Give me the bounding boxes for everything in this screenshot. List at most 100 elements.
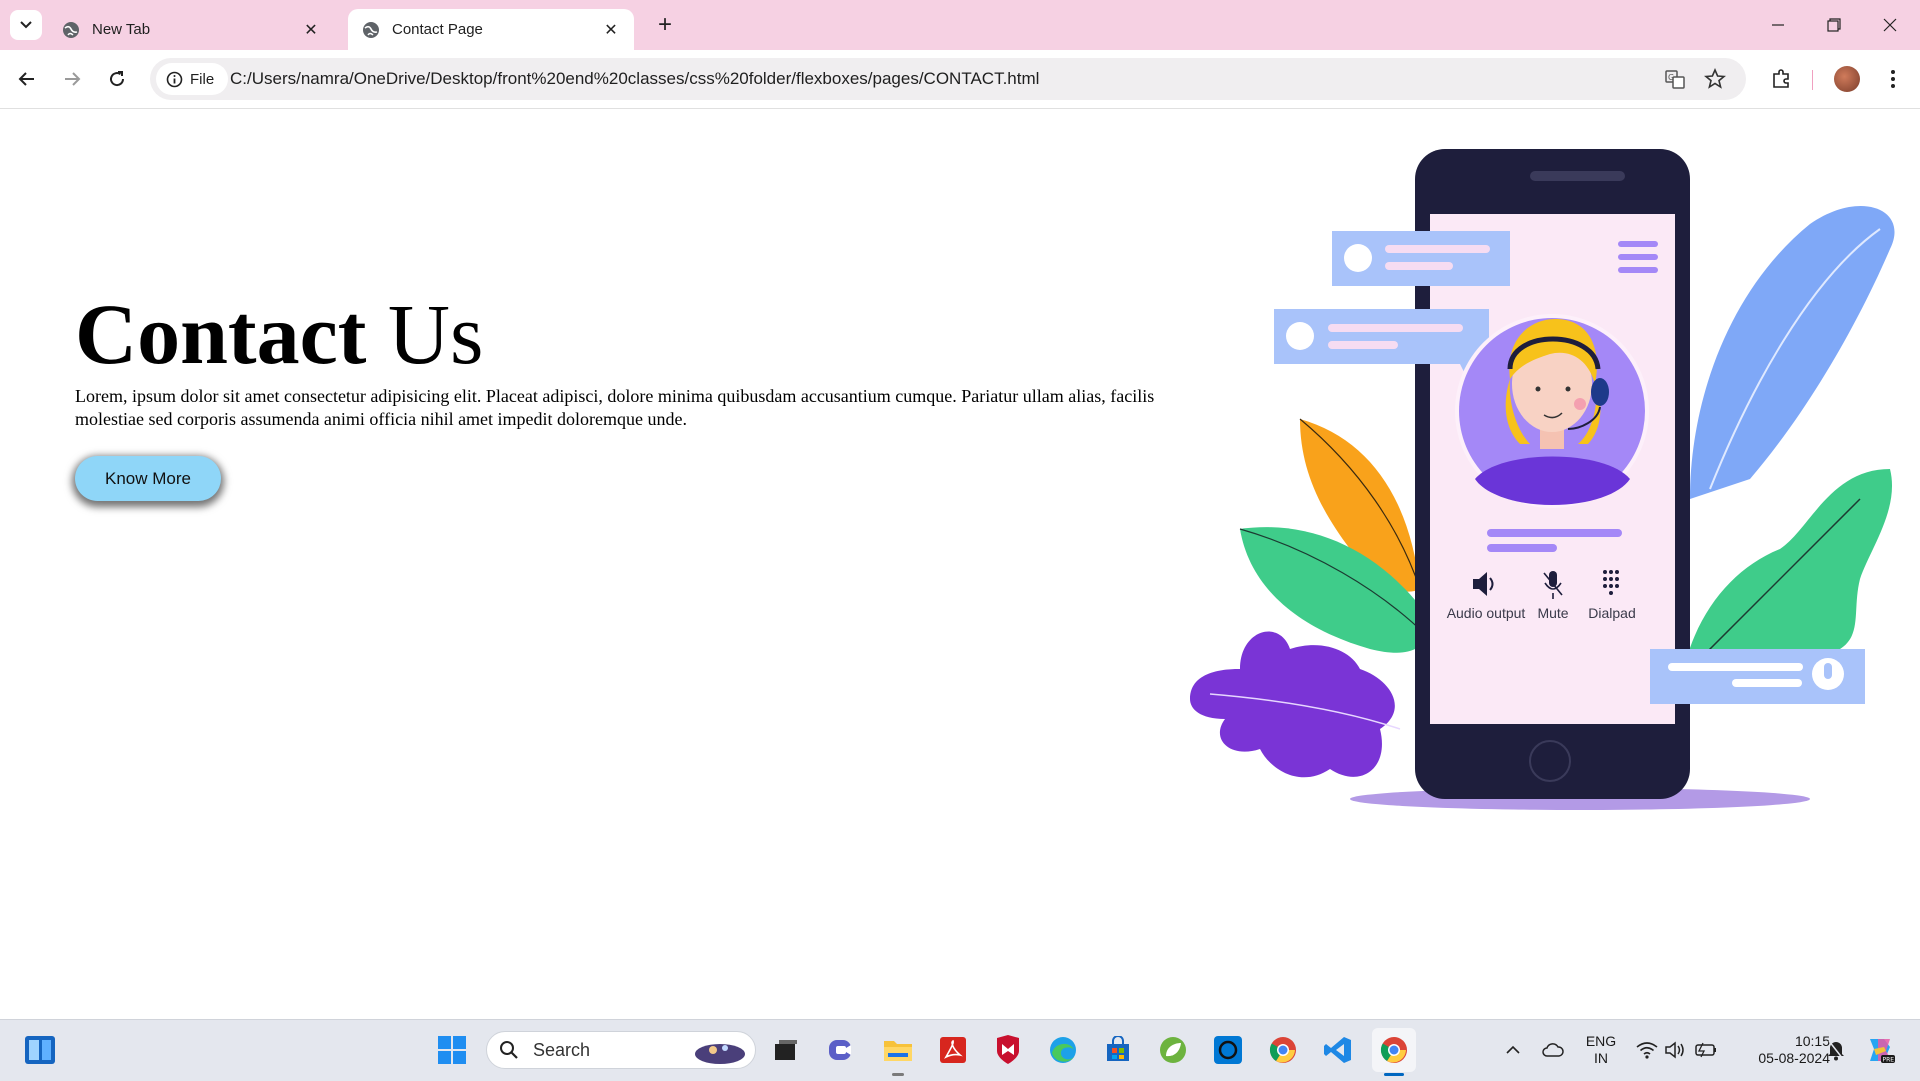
tab-bar: New Tab ✕ Contact Page ✕ + [0, 0, 1920, 50]
tab-title: New Tab [92, 21, 151, 38]
taskbar-app-spring[interactable] [1155, 1032, 1191, 1068]
taskbar-app-file-explorer[interactable] [880, 1032, 916, 1068]
taskbar-app-edge[interactable] [1045, 1032, 1081, 1068]
volume-icon [1665, 1041, 1684, 1059]
search-placeholder: Search [533, 1039, 591, 1060]
vscode-icon [1324, 1037, 1351, 1063]
onedrive-button[interactable] [1535, 1032, 1571, 1068]
dialpad-label: Dialpad [1588, 605, 1635, 621]
arrow-left-icon [18, 72, 34, 86]
restore-icon [1827, 18, 1841, 32]
task-view-icon [775, 1040, 797, 1060]
browser-toolbar: File C:/Users/namra/OneDrive/Desktop/fro… [0, 50, 1920, 109]
language-indicator[interactable]: ENG IN [1580, 1033, 1622, 1067]
reload-button[interactable] [102, 64, 132, 94]
chevron-up-icon [1506, 1045, 1520, 1054]
quick-settings-button[interactable] [1630, 1032, 1724, 1068]
taskbar-app-acrobat[interactable] [935, 1032, 971, 1068]
close-tab-icon[interactable]: ✕ [302, 21, 320, 39]
chevron-down-icon [20, 21, 32, 29]
taskbar-app-chrome-active[interactable] [1372, 1028, 1416, 1072]
extensions-button[interactable] [1766, 64, 1796, 94]
svg-text:PRE: PRE [1883, 1057, 1895, 1064]
mute-label: Mute [1537, 605, 1568, 621]
profile-button[interactable] [1832, 64, 1862, 94]
language-line2: IN [1594, 1050, 1608, 1066]
windows-taskbar: Search ENG IN 10:15 05-08-2024 PRE [0, 1019, 1920, 1081]
running-indicator [892, 1073, 904, 1076]
audio-output-label: Audio output [1447, 605, 1526, 621]
acrobat-icon [940, 1037, 966, 1063]
phone-speaker [1530, 171, 1625, 181]
url-text[interactable]: C:/Users/namra/OneDrive/Desktop/front%20… [230, 58, 1039, 100]
active-indicator [1384, 1073, 1404, 1076]
arrow-right-icon [65, 72, 81, 86]
minimize-button[interactable] [1758, 8, 1798, 42]
language-line1: ENG [1585, 1033, 1617, 1049]
circle-app-icon [1214, 1036, 1242, 1064]
taskbar-app-chrome[interactable] [1265, 1032, 1301, 1068]
copilot-button[interactable]: PRE [1862, 1032, 1898, 1068]
battery-icon [1695, 1042, 1716, 1058]
chrome-icon [1269, 1037, 1296, 1063]
puzzle-icon [1773, 69, 1789, 88]
address-bar[interactable]: File C:/Users/namra/OneDrive/Desktop/fro… [150, 58, 1746, 100]
bookmark-star-icon[interactable] [1704, 68, 1726, 90]
forward-button[interactable] [57, 64, 87, 94]
leaf-app-icon [1160, 1037, 1186, 1063]
avatar [1834, 66, 1860, 92]
taskbar-app-vscode[interactable] [1320, 1032, 1356, 1068]
taskbar-app-store[interactable] [1100, 1032, 1136, 1068]
chrome-icon [1380, 1037, 1407, 1063]
info-icon [166, 71, 183, 87]
more-vertical-icon [1891, 70, 1895, 88]
toolbar-divider [1812, 70, 1813, 90]
start-button[interactable] [434, 1032, 470, 1068]
customer-support-illustration: Audio output Mute Dialpad [1190, 149, 1895, 810]
minimize-icon [1772, 24, 1784, 26]
taskbar-app-bluecircle[interactable] [1210, 1032, 1246, 1068]
svg-text:G: G [1668, 73, 1674, 82]
clock-date: 05-08-2024 [1758, 1050, 1830, 1066]
new-tab-button[interactable]: + [650, 10, 680, 40]
back-button[interactable] [12, 64, 42, 94]
page-viewport: Contact Us Lorem, ipsum dolor sit amet c… [0, 109, 1920, 1019]
notifications-button[interactable] [1818, 1032, 1854, 1068]
tab-title: Contact Page [392, 21, 483, 38]
tab-new-tab[interactable]: New Tab ✕ [48, 9, 334, 50]
globe-icon [63, 21, 79, 38]
page-title-bold: Contact [75, 286, 367, 382]
cloud-icon [1542, 1043, 1564, 1057]
site-chip-label: File [190, 70, 215, 88]
page-title-rest: Us [366, 286, 484, 382]
menu-button[interactable] [1878, 64, 1908, 94]
site-info-chip[interactable]: File [156, 63, 228, 95]
taskbar-app-task-view[interactable] [768, 1032, 804, 1068]
intro-paragraph: Lorem, ipsum dolor sit amet consectetur … [75, 386, 1155, 429]
blue-leaf [1690, 205, 1895, 499]
mcafee-icon [997, 1035, 1019, 1064]
tab-contact-page[interactable]: Contact Page ✕ [348, 9, 634, 50]
tab-search-button[interactable] [10, 10, 42, 40]
translate-icon[interactable]: G [1664, 68, 1686, 90]
wifi-icon [1636, 1042, 1658, 1059]
close-window-button[interactable] [1870, 8, 1910, 42]
page-title: Contact Us [75, 284, 483, 384]
close-icon [1883, 18, 1897, 32]
widgets-icon [25, 1036, 55, 1064]
reload-icon [110, 71, 125, 87]
taskbar-app-mcafee[interactable] [990, 1032, 1026, 1068]
restore-button[interactable] [1814, 8, 1854, 42]
close-tab-icon[interactable]: ✕ [602, 21, 620, 39]
show-hidden-icons-button[interactable] [1495, 1032, 1531, 1068]
hamburger-icon [1618, 241, 1658, 247]
know-more-button[interactable]: Know More [75, 456, 221, 501]
search-highlight-icon [695, 1044, 745, 1064]
widgets-button[interactable] [22, 1032, 58, 1068]
globe-icon [363, 21, 379, 38]
taskbar-search[interactable]: Search [486, 1031, 756, 1069]
clock-time: 10:15 [1794, 1033, 1830, 1049]
taskbar-app-teams[interactable] [824, 1032, 860, 1068]
chat-icon [829, 1040, 851, 1060]
clock[interactable]: 10:15 05-08-2024 [1730, 1033, 1830, 1067]
